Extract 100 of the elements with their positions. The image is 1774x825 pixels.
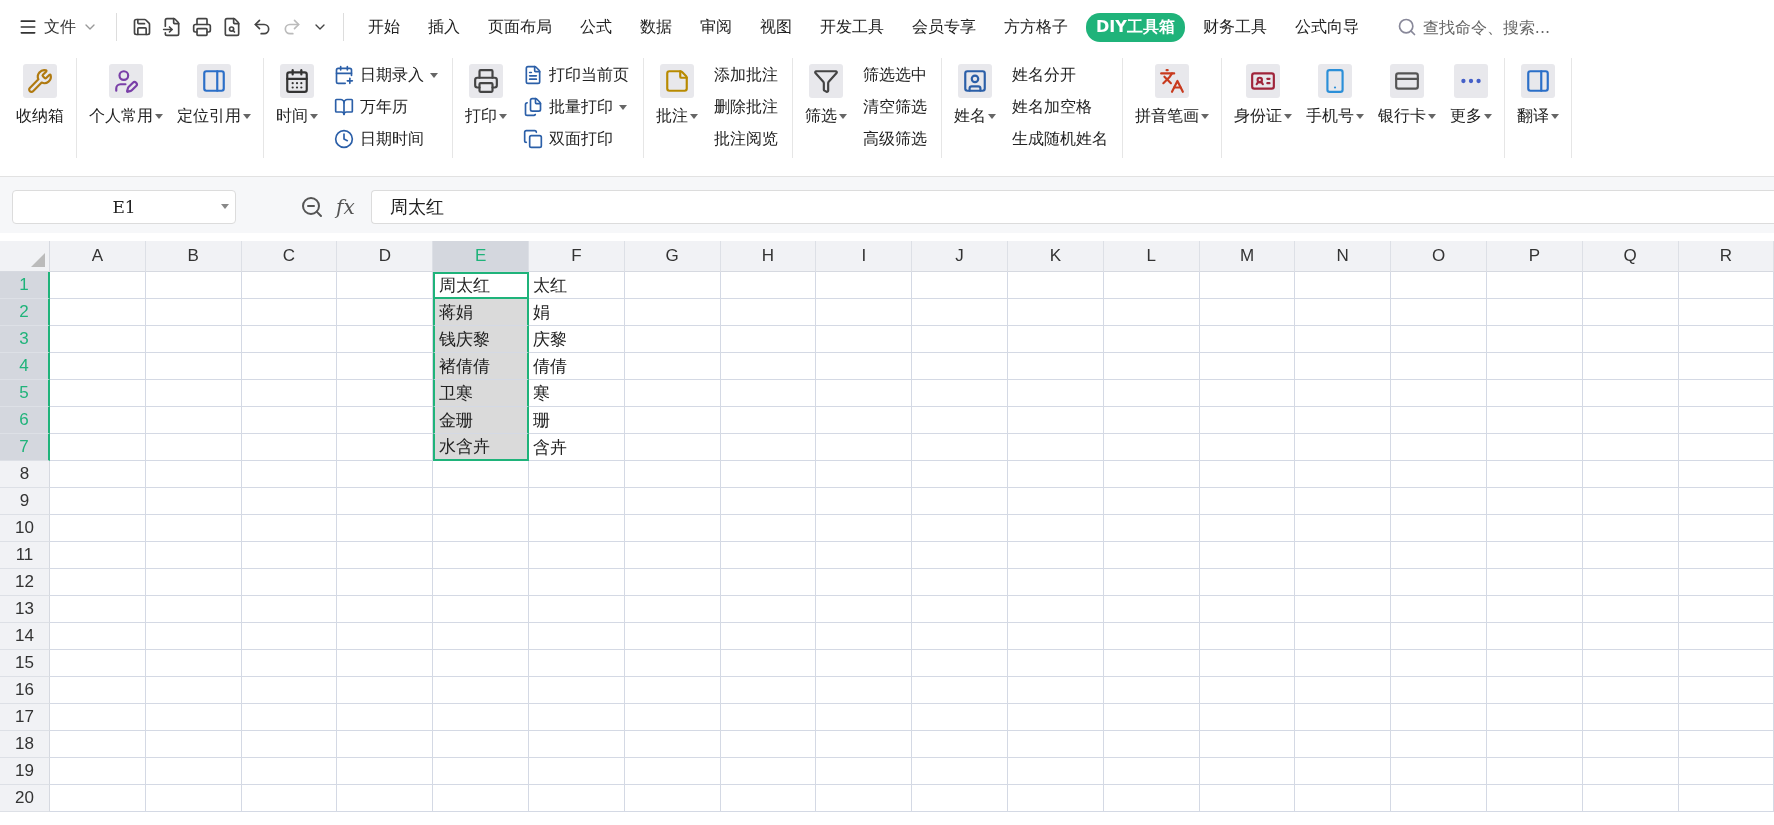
row-header[interactable]: 17 (0, 704, 50, 731)
row-header[interactable]: 19 (0, 758, 50, 785)
column-header[interactable]: P (1486, 241, 1583, 272)
ribbon-button[interactable]: 生成随机姓名 (1006, 124, 1114, 154)
ribbon-button[interactable]: 姓名加空格 (1006, 92, 1114, 122)
row-header[interactable]: 15 (0, 650, 50, 677)
ribbon-button[interactable]: 添加批注 (708, 60, 784, 90)
ribbon-button[interactable]: 万年历 (328, 92, 444, 122)
column-header[interactable]: F (529, 241, 625, 272)
column-header[interactable]: G (624, 241, 721, 272)
panel-icon (1521, 64, 1555, 98)
ribbon-button[interactable]: 日期时间 (328, 124, 444, 154)
column-header[interactable]: H (720, 241, 817, 272)
ribbon-tab[interactable]: 页面布局 (478, 12, 562, 42)
ribbon-tab[interactable]: 数据 (630, 12, 682, 42)
search-field[interactable]: 查找命令、搜索... (1396, 16, 1575, 38)
table-cell: 钱庆黎 (433, 326, 529, 353)
ribbon-button[interactable]: 批量打印 (517, 92, 635, 122)
column-header[interactable]: M (1199, 241, 1296, 272)
ribbon-button[interactable]: 银行卡 (1374, 58, 1440, 133)
row-header[interactable]: 13 (0, 596, 50, 623)
ribbon-button[interactable]: 身份证 (1230, 58, 1296, 133)
ribbon-tab[interactable]: 财务工具 (1192, 12, 1277, 42)
ribbon-button[interactable]: 日期录入 (328, 60, 444, 90)
ribbon-button[interactable]: 更多 (1446, 58, 1496, 133)
ribbon-button[interactable]: 姓名分开 (1006, 60, 1114, 90)
table-cell: 褚倩倩 (433, 353, 529, 380)
caret-icon (1284, 114, 1292, 119)
caret-icon (243, 114, 251, 119)
ribbon-tab[interactable]: 审阅 (690, 12, 742, 42)
column-header[interactable]: Q (1582, 241, 1679, 272)
column-header[interactable]: K (1007, 241, 1104, 272)
ribbon-button[interactable]: 定位引用 (173, 58, 255, 133)
file-menu[interactable]: 文件 (12, 12, 104, 42)
ribbon-tab[interactable]: 公式 (570, 12, 622, 42)
caret-icon (430, 72, 438, 78)
ribbon-button[interactable]: 批注 (652, 58, 702, 133)
ribbon-button[interactable]: 筛选 (801, 58, 851, 133)
clock-icon (334, 129, 354, 149)
ribbon-button[interactable]: 姓名 (950, 58, 1000, 133)
ribbon-tab[interactable]: 会员专享 (902, 12, 986, 42)
ribbon-button[interactable]: 清空筛选 (857, 92, 933, 122)
letters-icon (1155, 64, 1189, 98)
ribbon-tab[interactable]: 视图 (750, 12, 802, 42)
row-header[interactable]: 10 (0, 515, 50, 542)
column-header[interactable]: D (337, 241, 434, 272)
row-header[interactable]: 9 (0, 488, 50, 515)
column-header[interactable]: R (1678, 241, 1774, 272)
zoom-icon[interactable] (300, 195, 324, 219)
ribbon-button[interactable]: 高级筛选 (857, 124, 933, 154)
caret-icon (1551, 114, 1559, 119)
ribbon-button[interactable]: 双面打印 (517, 124, 635, 154)
table-cell: 寒 (529, 380, 625, 407)
caret-icon (221, 204, 229, 209)
ribbon-tab[interactable]: 插入 (418, 12, 470, 42)
ribbon-button[interactable]: 翻译 (1513, 58, 1563, 133)
column-header[interactable]: B (145, 241, 242, 272)
ribbon-tab[interactable]: 公式向导 (1284, 12, 1369, 42)
ribbon-tab[interactable]: 开发工具 (810, 12, 894, 42)
dots-icon (1454, 64, 1488, 98)
row-header[interactable]: 8 (0, 461, 50, 488)
column-header[interactable]: L (1103, 241, 1200, 272)
filter-icon (809, 64, 843, 98)
table-cell: 卫寒 (433, 380, 529, 407)
ribbon-button[interactable]: 筛选选中 (857, 60, 933, 90)
table-cell: 庆黎 (529, 326, 625, 353)
ribbon-button[interactable]: 删除批注 (708, 92, 784, 122)
ribbon-button[interactable]: 打印 (461, 58, 511, 133)
column-header[interactable]: O (1391, 241, 1487, 272)
ribbon-button[interactable]: 手机号 (1302, 58, 1368, 133)
column-header[interactable]: J (912, 241, 1008, 272)
ribbon-button[interactable]: 打印当前页 (517, 60, 635, 90)
row-header[interactable]: 14 (0, 623, 50, 650)
table-cell: 金珊 (433, 407, 529, 434)
column-header[interactable]: A (50, 241, 146, 272)
column-header[interactable]: N (1295, 241, 1392, 272)
column-header[interactable]: C (241, 241, 338, 272)
ribbon-button[interactable]: 批注阅览 (708, 124, 784, 154)
ribbon-tab[interactable]: 开始 (358, 12, 410, 42)
ribbon-button[interactable]: 个人常用 (85, 58, 167, 133)
ribbon-button[interactable]: 拼音笔画 (1131, 58, 1213, 133)
name-box[interactable]: E1 (12, 190, 236, 224)
function-label[interactable]: fx (336, 195, 355, 219)
ribbon-tab[interactable]: 方方格子 (994, 12, 1078, 42)
caret-icon (1428, 114, 1436, 119)
formula-field[interactable]: 周太红 (370, 190, 1774, 224)
row-header[interactable]: 12 (0, 569, 50, 596)
row-header[interactable]: 20 (0, 785, 50, 812)
id-card-icon (1246, 64, 1280, 98)
ribbon-button[interactable]: 时间 (272, 58, 322, 133)
caret-icon (1356, 114, 1364, 119)
search-icon (1396, 17, 1417, 37)
table-cell: 水含卉 (433, 434, 529, 461)
ribbon-button[interactable]: 收纳箱 (12, 58, 68, 133)
row-header[interactable]: 16 (0, 677, 50, 704)
row-header[interactable]: 18 (0, 731, 50, 758)
column-header[interactable]: I (816, 241, 913, 272)
row-header[interactable]: 11 (0, 542, 50, 569)
table-cell: 周太红 (433, 272, 529, 299)
table-cell: 太红 (529, 272, 625, 299)
